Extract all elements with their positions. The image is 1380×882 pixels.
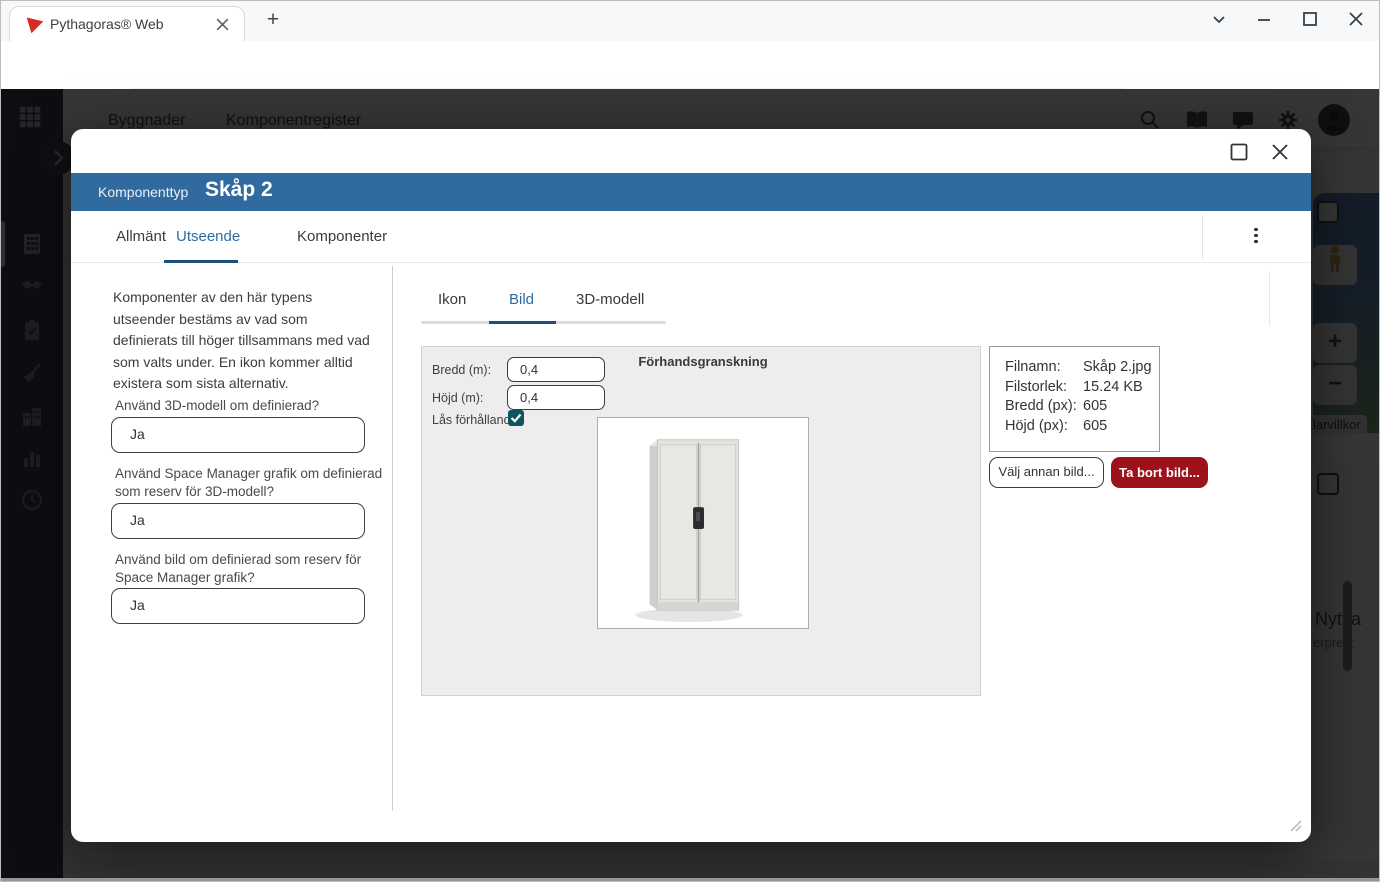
window-minimize-icon[interactable]	[1251, 6, 1277, 32]
tab-title: Pythagoras® Web	[50, 16, 164, 32]
pythagoras-favicon-icon	[26, 17, 44, 34]
height-px-value: 605	[1083, 417, 1108, 434]
browser-tab[interactable]: Pythagoras® Web	[9, 6, 245, 41]
appearance-description: Komponenter av den här typens utseender …	[113, 289, 370, 391]
cabinet-image	[635, 439, 743, 623]
browser-toolbar: pim.pythagoras.se/py_datamanager_interna…	[1, 41, 1379, 122]
file-info-row: Höjd (px): 605	[1005, 418, 1159, 438]
subtab-active-underline	[489, 321, 556, 324]
new-tab-button[interactable]: +	[259, 7, 287, 35]
window-bottom-border	[1, 878, 1379, 881]
width-label: Bredd (m):	[432, 363, 492, 377]
file-info-row: Filnamn: Skåp 2.jpg	[1005, 359, 1159, 379]
question-spacemanager-select[interactable]: Ja	[111, 503, 365, 539]
active-tab-underline	[164, 260, 238, 263]
subtab-3dmodell[interactable]: 3D-modell	[576, 291, 644, 308]
window-maximize-icon[interactable]	[1297, 6, 1323, 32]
tab-utseende[interactable]: Utseende	[176, 228, 240, 245]
remove-image-button[interactable]: Ta bort bild...	[1111, 457, 1208, 488]
file-info-row: Bredd (px): 605	[1005, 398, 1159, 418]
filesize-label: Filstorlek:	[1005, 378, 1068, 395]
question-bild-label: Använd bild om definierad som reserv för…	[115, 552, 362, 585]
tab-allmant[interactable]: Allmänt	[116, 228, 166, 245]
question-3d-label: Använd 3D-modell om definierad?	[115, 398, 320, 413]
filename-value: Skåp 2.jpg	[1083, 359, 1152, 375]
window-close-icon[interactable]	[1343, 6, 1369, 32]
dialog-tab-bar: Allmänt Utseende Komponenter	[71, 211, 1311, 263]
dialog-title: Skåp 2	[205, 178, 273, 201]
width-px-label: Bredd (px):	[1005, 398, 1077, 414]
file-info-row: Filstorlek: 15.24 KB	[1005, 379, 1159, 399]
question-3d-select[interactable]: Ja	[111, 417, 365, 453]
question-bild-select[interactable]: Ja	[111, 588, 365, 624]
checkmark-icon	[510, 413, 522, 423]
height-input[interactable]	[507, 385, 605, 410]
filesize-value: 15.24 KB	[1083, 378, 1143, 395]
image-settings-panel: Bredd (m): Höjd (m): Lås förhållande: Fö…	[421, 346, 981, 696]
width-px-value: 605	[1083, 398, 1108, 414]
question-spacemanager-label: Använd Space Manager grafik om definiera…	[115, 466, 383, 499]
preview-title: Förhandsgranskning	[638, 354, 768, 369]
lock-ratio-checkbox[interactable]	[508, 410, 524, 426]
dialog-maximize-icon[interactable]	[1226, 139, 1252, 165]
file-info-panel: Filnamn: Skåp 2.jpg Filstorlek: 15.24 KB B…	[989, 346, 1160, 452]
height-label: Höjd (m):	[432, 391, 484, 405]
tab-komponenter[interactable]: Komponenter	[297, 228, 387, 245]
width-input[interactable]	[507, 357, 605, 382]
image-preview	[597, 417, 809, 629]
dialog-title-bar: Komponenttyp Skåp 2	[71, 173, 1311, 211]
dialog-menu-kebab-icon[interactable]	[1249, 225, 1263, 251]
panel-divider	[392, 266, 393, 811]
tab-bar-divider	[1202, 215, 1203, 259]
subtab-bild[interactable]: Bild	[509, 291, 534, 308]
browser-window: Pythagoras® Web + pim.pythagoras.se/py_d…	[0, 0, 1380, 882]
tab-close-icon[interactable]	[214, 16, 231, 33]
height-px-label: Höjd (px):	[1005, 417, 1068, 434]
dialog-type-label: Komponenttyp	[98, 184, 189, 200]
browser-tabstrip: Pythagoras® Web +	[1, 1, 1379, 41]
dialog-resize-handle[interactable]	[1287, 817, 1303, 833]
dialog-close-icon[interactable]	[1267, 139, 1293, 165]
subtab-right-divider	[1269, 271, 1270, 326]
subtab-ikon[interactable]: Ikon	[438, 291, 466, 308]
choose-other-image-button[interactable]: Välj annan bild...	[989, 457, 1104, 488]
window-chevron-icon[interactable]	[1206, 6, 1232, 32]
komponenttyp-dialog: Komponenttyp Skåp 2 Allmänt Utseende Kom…	[71, 129, 1311, 842]
filename-label: Filnamn:	[1005, 359, 1061, 375]
